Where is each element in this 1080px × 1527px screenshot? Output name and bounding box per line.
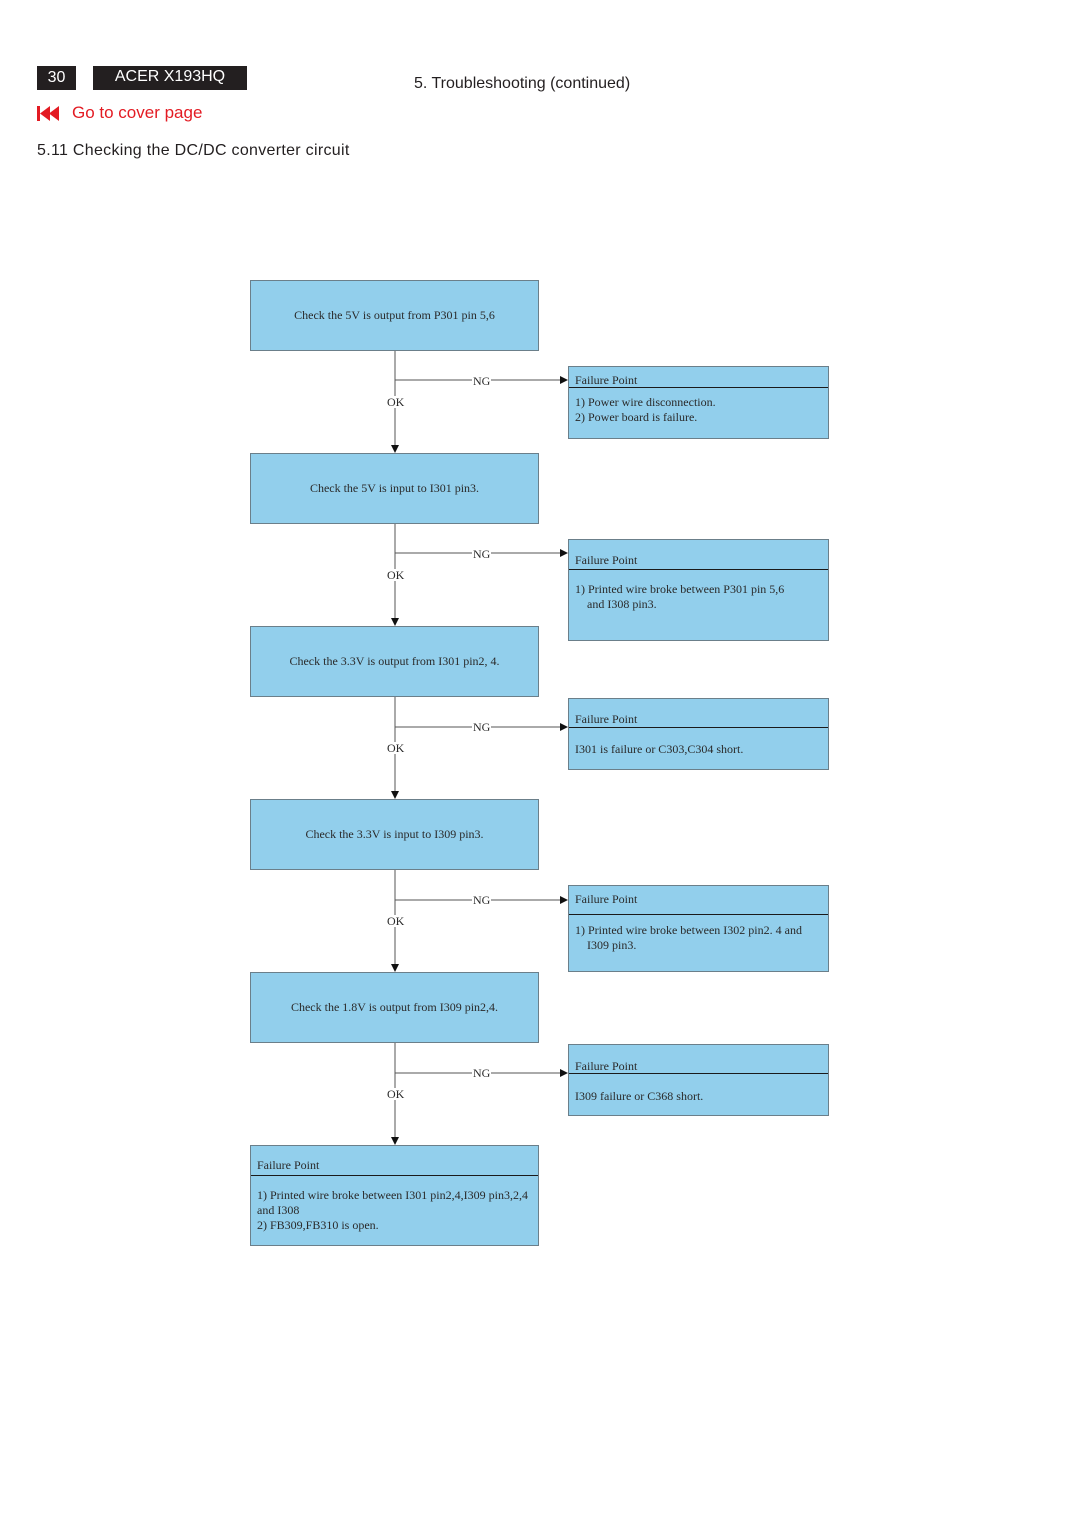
ng-label: NG [472, 547, 492, 561]
check-step-text: Check the 5V is output from P301 pin 5,6 [294, 308, 495, 322]
failure-point-3: Failure Point I301 is failure or C303,C3… [568, 698, 829, 770]
check-step-text: Check the 3.3V is output from I301 pin2,… [289, 654, 500, 668]
failure-point-5: Failure Point I309 failure or C368 short… [568, 1044, 829, 1116]
failure-point-title: Failure Point [569, 1045, 828, 1074]
failure-point-4: Failure Point 1) Printed wire broke betw… [568, 885, 829, 972]
ok-label: OK [386, 741, 406, 755]
failure-point-1: Failure Point 1) Power wire disconnectio… [568, 366, 829, 439]
failure-point-title: Failure Point [569, 540, 828, 570]
failure-point-line: 2) FB309,FB310 is open. [257, 1218, 379, 1232]
failure-point-line: I309 pin3. [575, 938, 637, 952]
failure-point-line: and I308 pin3. [575, 597, 657, 611]
check-step-4: Check the 3.3V is input to I309 pin3. [250, 799, 539, 870]
check-step-text: Check the 5V is input to I301 pin3. [309, 481, 480, 495]
ng-label: NG [472, 720, 492, 734]
final-failure-point: Failure Point 1) Printed wire broke betw… [250, 1145, 539, 1246]
ok-label: OK [386, 395, 406, 409]
ng-label: NG [472, 374, 492, 388]
ok-label: OK [386, 1087, 406, 1101]
failure-point-line: 1) Power wire disconnection. [575, 395, 716, 409]
ng-label: NG [472, 1066, 492, 1080]
failure-point-title: Failure Point [569, 886, 828, 915]
failure-point-line: 1) Printed wire broke between I301 pin2,… [257, 1188, 528, 1202]
failure-point-title: Failure Point [569, 699, 828, 728]
failure-point-line: 1) Printed wire broke between P301 pin 5… [575, 582, 785, 596]
failure-point-title: Failure Point [251, 1146, 538, 1176]
failure-point-line: and I308 [257, 1203, 300, 1217]
check-step-1: Check the 5V is output from P301 pin 5,6 [250, 280, 539, 351]
ok-label: OK [386, 568, 406, 582]
failure-point-line: 1) Printed wire broke between I302 pin2.… [575, 923, 802, 937]
ok-label: OK [386, 914, 406, 928]
ng-label: NG [472, 893, 492, 907]
check-step-text: Check the 3.3V is input to I309 pin3. [305, 827, 484, 841]
check-step-3: Check the 3.3V is output from I301 pin2,… [250, 626, 539, 697]
failure-point-title: Failure Point [569, 367, 828, 388]
flowchart-connectors [391, 351, 568, 1145]
failure-point-line: I309 failure or C368 short. [575, 1089, 704, 1103]
failure-point-line: I301 is failure or C303,C304 short. [575, 742, 744, 756]
failure-point-line: 2) Power board is failure. [575, 410, 698, 424]
failure-point-2: Failure Point 1) Printed wire broke betw… [568, 539, 829, 641]
check-step-text: Check the 1.8V is output from I309 pin2,… [290, 1000, 499, 1014]
check-step-5: Check the 1.8V is output from I309 pin2,… [250, 972, 539, 1043]
check-step-2: Check the 5V is input to I301 pin3. [250, 453, 539, 524]
